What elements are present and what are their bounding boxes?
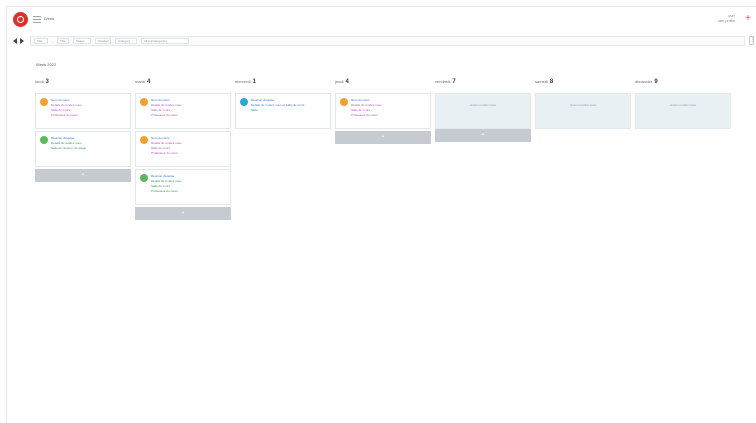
- status-dot-icon: [140, 174, 148, 182]
- day-name: mardi: [135, 79, 146, 84]
- day-header: mardi 4: [135, 79, 231, 93]
- top-header: Week user user profile +: [7, 7, 756, 33]
- filter-field-2[interactable]: Title: [57, 38, 69, 44]
- empty-day-placeholder: Aucun rendez-vous: [535, 93, 631, 129]
- status-dot-icon: [140, 136, 148, 144]
- user-info[interactable]: user user profile: [718, 14, 735, 24]
- day-header: jeudi 4: [335, 79, 431, 93]
- card-detail: Professeur du cours: [151, 113, 178, 117]
- add-icon[interactable]: +: [745, 14, 751, 24]
- card-detail: Salle de cours: [151, 146, 171, 150]
- status-dot-icon: [340, 98, 348, 106]
- card-detail: Professeur du cours: [351, 113, 378, 117]
- day-count: 3: [45, 79, 49, 85]
- day-column-1: lundi 3 Nom du cours Détails du rendez-vo…: [35, 79, 131, 182]
- card-title: Nom du cours: [151, 98, 170, 102]
- card-detail: Détails du rendez-vous: [351, 103, 382, 107]
- appointment-card[interactable]: Réunion d'équipe Détails du rendez-vous …: [135, 169, 231, 205]
- card-detail: Professeur du cours: [51, 113, 78, 117]
- day-name: jeudi: [335, 79, 344, 84]
- day-column-3: mercredi 1 Réunion d'équipe Détails du re…: [235, 79, 331, 131]
- day-header: vendredi 7: [435, 79, 531, 93]
- day-count: 1: [252, 79, 256, 85]
- filter-field-6[interactable]: All subcategories: [141, 38, 189, 44]
- card-detail: Professeur du cours: [151, 189, 178, 193]
- day-column-4: jeudi 4 Nom du cours Détails du rendez-vo…: [335, 79, 431, 144]
- card-detail: Salle de cours: [151, 184, 171, 188]
- day-header: samedi 8: [535, 79, 631, 93]
- appointment-card[interactable]: Nom du cours Détails du rendez-vous Sall…: [135, 93, 231, 129]
- user-sub: user profile: [717, 19, 735, 23]
- empty-day-placeholder: Aucun rendez-vous: [435, 93, 531, 129]
- day-column-6: samedi 8 Aucun rendez-vous: [535, 79, 631, 129]
- add-appointment-button[interactable]: +: [135, 207, 231, 220]
- status-dot-icon: [40, 136, 48, 144]
- card-detail: Détails du rendez-vous: [151, 103, 182, 107]
- filter-field-3[interactable]: Status: [73, 38, 91, 44]
- toolbar: Title – Title Status Teacher Category Al…: [7, 35, 756, 47]
- card-detail: Salle de cours: [51, 108, 71, 112]
- card-detail: Salle de réunion, 2e étage: [51, 146, 87, 150]
- app-logo-icon[interactable]: [13, 12, 28, 27]
- appointment-card[interactable]: Réunion d'équipe Détails du rendez-vous …: [235, 93, 331, 129]
- status-dot-icon: [140, 98, 148, 106]
- card-detail: Détails du rendez-vous: [151, 141, 182, 145]
- appointment-card[interactable]: Nom du cours Détails du rendez-vous Sall…: [335, 93, 431, 129]
- day-name: mercredi: [235, 79, 251, 84]
- card-detail: Salle de cours: [351, 108, 371, 112]
- card-detail: Salle: [251, 108, 258, 112]
- week-board: lundi 3 Nom du cours Détails du rendez-vo…: [35, 79, 735, 239]
- day-count: 7: [452, 79, 456, 85]
- filter-bar: Title – Title Status Teacher Category Al…: [30, 36, 745, 46]
- day-count: 4: [147, 79, 151, 85]
- appointment-card[interactable]: Nom du cours Détails du rendez-vous Sall…: [135, 131, 231, 167]
- card-title: Nom du cours: [351, 98, 370, 102]
- card-detail: Détails du rendez-vous et salle du cours: [251, 103, 305, 107]
- appointment-card[interactable]: Nom du cours Détails du rendez-vous Sall…: [35, 93, 131, 129]
- add-appointment-button[interactable]: +: [435, 129, 531, 142]
- day-name: vendredi: [435, 79, 451, 84]
- appointment-card[interactable]: Réunion d'équipe Détails du rendez-vous …: [35, 131, 131, 167]
- card-detail: Détails du rendez-vous: [51, 103, 82, 107]
- card-title: Réunion d'équipe: [51, 136, 75, 140]
- day-header: lundi 3: [35, 79, 131, 93]
- filter-field-5[interactable]: Category: [115, 38, 137, 44]
- previous-week-button[interactable]: [13, 38, 17, 44]
- empty-day-placeholder: Aucun rendez-vous: [635, 93, 731, 129]
- day-name: lundi: [35, 79, 44, 84]
- filter-field-4[interactable]: Teacher: [95, 38, 111, 44]
- day-name: samedi: [535, 79, 548, 84]
- card-detail: Détails du rendez-vous: [51, 141, 82, 145]
- menu-icon[interactable]: [33, 16, 41, 23]
- status-dot-icon: [40, 98, 48, 106]
- day-header: mercredi 1: [235, 79, 331, 93]
- day-column-5: vendredi 7 Aucun rendez-vous +: [435, 79, 531, 142]
- day-column-7: dimanche 9 Aucun rendez-vous: [635, 79, 731, 129]
- day-column-2: mardi 4 Nom du cours Détails du rendez-vo…: [135, 79, 231, 220]
- next-week-button[interactable]: [20, 38, 24, 44]
- week-label: Week 2022: [36, 62, 57, 67]
- card-detail: Détails du rendez-vous: [151, 179, 182, 183]
- day-header: dimanche 9: [635, 79, 731, 93]
- card-title: Réunion d'équipe: [151, 174, 175, 178]
- add-appointment-button[interactable]: +: [335, 131, 431, 144]
- day-count: 8: [549, 79, 554, 85]
- day-name: dimanche: [635, 79, 653, 84]
- card-detail: Salle de cours: [151, 108, 171, 112]
- card-title: Réunion d'équipe: [251, 98, 275, 102]
- app-window: Week user user profile + Title – Title S…: [6, 6, 756, 423]
- status-dot-icon: [240, 98, 248, 106]
- add-appointment-button[interactable]: +: [35, 169, 131, 182]
- day-count: 9: [654, 79, 658, 85]
- more-options-icon[interactable]: ⋮: [749, 36, 755, 45]
- card-title: Nom du cours: [51, 98, 70, 102]
- card-detail: Professeur du cours: [151, 151, 178, 155]
- day-count: 4: [345, 79, 349, 85]
- app-title: Week: [44, 16, 55, 21]
- filter-field-1[interactable]: Title: [34, 38, 48, 44]
- filter-separator: –: [52, 40, 54, 44]
- card-title: Nom du cours: [151, 136, 170, 140]
